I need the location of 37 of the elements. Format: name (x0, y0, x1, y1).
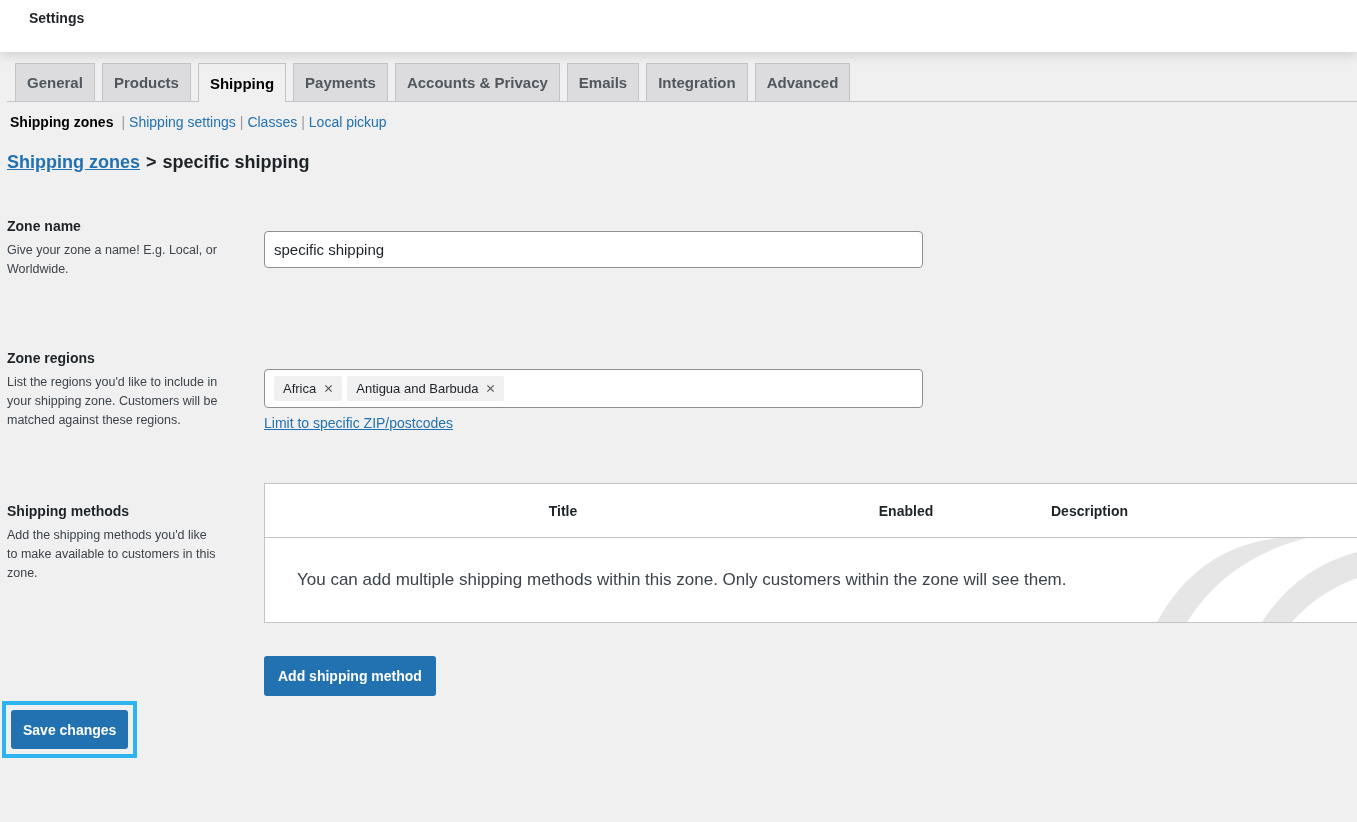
add-method-button[interactable]: Add shipping method (264, 656, 436, 696)
separator: | (301, 114, 305, 130)
subsection-link[interactable]: Shipping settings (129, 114, 236, 130)
tab[interactable]: Accounts & Privacy (394, 63, 560, 101)
section-label: Zone regions (7, 350, 96, 366)
tag-label: Antigua and Barbuda (356, 381, 479, 396)
save-button[interactable]: Save changes (11, 710, 129, 749)
tab[interactable]: Integration (646, 63, 748, 101)
breadcrumb-link[interactable]: Shipping zones (7, 152, 140, 173)
tab[interactable]: Payments (293, 63, 388, 101)
tab[interactable]: Emails (566, 63, 640, 101)
column-header: Title (547, 502, 579, 519)
tab[interactable]: General (15, 63, 95, 101)
remove-icon[interactable] (486, 384, 496, 393)
breadcrumb-current: specific shipping (162, 152, 310, 173)
separator: | (121, 114, 126, 130)
section-label: Shipping methods (7, 503, 131, 519)
zone-name-field[interactable]: specific shipping (264, 231, 923, 268)
tab[interactable]: Advanced (754, 63, 851, 101)
subsection-link[interactable]: Classes (247, 114, 298, 130)
help-text: Add the shipping methods you'd like to make available to customers in this zone. (7, 527, 217, 582)
help-text: List the regions you'd like to include in your shipping zone. Customers will be matched against these regions. (7, 374, 219, 429)
column-header: Description (1051, 502, 1128, 519)
page-title: Settings (29, 10, 85, 26)
subsection-link[interactable]: Shipping zones (10, 114, 114, 130)
remove-icon[interactable] (324, 384, 334, 393)
separator: | (239, 114, 244, 130)
regions-field[interactable]: Africa Antigua and Barbuda (264, 369, 923, 408)
help-text: Give your zone a name! E.g. Local, or Worldwide. (7, 242, 218, 278)
section-label: Zone name (7, 218, 82, 234)
subsection-link[interactable]: Local pickup (308, 114, 387, 130)
tag-label: Africa (283, 381, 317, 396)
tab[interactable]: Products (101, 63, 191, 101)
breadcrumb-separator: > (146, 152, 157, 173)
tab[interactable]: Shipping (197, 63, 287, 102)
postcode-link[interactable]: Limit to specific ZIP/postcodes (264, 415, 454, 431)
empty-message: You can add multiple shipping methods within this zone. Only customers within the zone will see them. (297, 570, 1067, 590)
